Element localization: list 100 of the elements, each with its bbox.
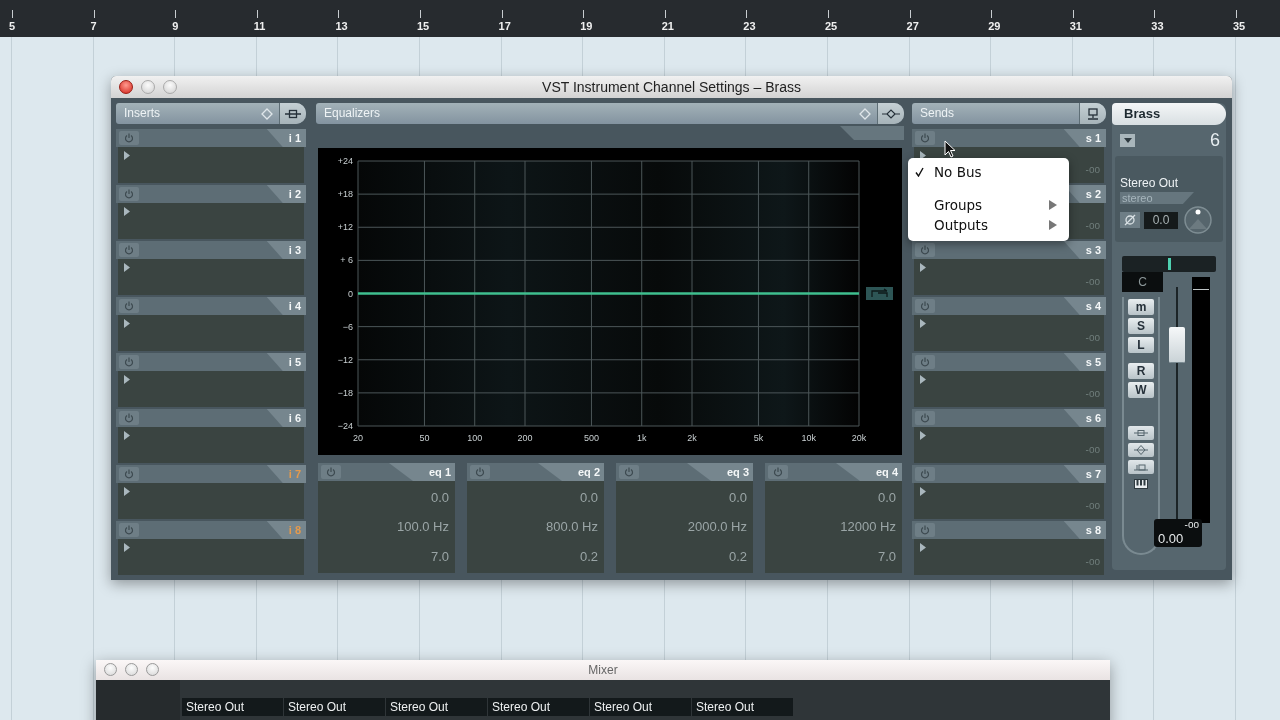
play-icon bbox=[920, 543, 926, 552]
q-value[interactable]: 0.2 bbox=[728, 548, 747, 564]
power-button[interactable] bbox=[119, 355, 139, 369]
x-tick-label: 1k bbox=[636, 433, 647, 443]
bypass-button[interactable] bbox=[279, 103, 306, 124]
power-button[interactable] bbox=[119, 131, 139, 145]
x-tick-label: 50 bbox=[419, 433, 430, 443]
power-icon bbox=[124, 301, 134, 311]
channel-mode-button[interactable]: m bbox=[1128, 299, 1154, 315]
gain-knob[interactable] bbox=[1183, 205, 1213, 235]
q-value[interactable]: 7.0 bbox=[430, 548, 449, 564]
y-tick-label: −24 bbox=[337, 421, 353, 431]
power-button[interactable] bbox=[470, 465, 490, 479]
output-routing[interactable]: Stereo Out bbox=[182, 698, 283, 716]
close-button[interactable] bbox=[104, 663, 117, 676]
q-value[interactable]: 7.0 bbox=[877, 548, 896, 564]
volume-fader[interactable] bbox=[1166, 287, 1188, 522]
power-button[interactable] bbox=[915, 355, 935, 369]
power-button[interactable] bbox=[321, 465, 341, 479]
zoom-button[interactable] bbox=[146, 663, 159, 676]
power-button[interactable] bbox=[619, 465, 639, 479]
power-button[interactable] bbox=[915, 243, 935, 257]
eq-toggle[interactable] bbox=[1128, 443, 1154, 457]
output-routing[interactable]: Stereo Out bbox=[386, 698, 487, 716]
send-slot-label: s 6 bbox=[1063, 409, 1106, 427]
fader-handle[interactable] bbox=[1169, 326, 1185, 363]
eq-curve-button[interactable] bbox=[877, 103, 904, 124]
power-button[interactable] bbox=[119, 411, 139, 425]
power-button[interactable] bbox=[768, 465, 788, 479]
pan-slider[interactable] bbox=[1122, 256, 1216, 272]
menu-item[interactable]: No Bus bbox=[908, 162, 1069, 182]
frequency-value[interactable]: 2000.0 Hz bbox=[687, 519, 747, 535]
power-button[interactable] bbox=[119, 523, 139, 537]
minimize-button[interactable] bbox=[125, 663, 138, 676]
y-tick-label: +12 bbox=[337, 222, 353, 233]
power-button[interactable] bbox=[119, 467, 139, 481]
send-slot-label: s 7 bbox=[1063, 465, 1106, 483]
minimize-button[interactable] bbox=[141, 80, 155, 94]
frequency-value[interactable]: 100.0 Hz bbox=[396, 519, 449, 535]
power-button[interactable] bbox=[915, 523, 935, 537]
channel-mode-button[interactable]: S bbox=[1128, 318, 1154, 334]
power-button[interactable] bbox=[915, 467, 935, 481]
power-button[interactable] bbox=[119, 299, 139, 313]
phase-icon bbox=[1124, 214, 1136, 226]
zoom-button[interactable] bbox=[163, 80, 177, 94]
automation-button[interactable]: W bbox=[1128, 382, 1154, 398]
y-tick-label: 0 bbox=[348, 288, 353, 299]
power-icon bbox=[124, 133, 134, 143]
x-tick-label: 100 bbox=[467, 433, 483, 443]
x-tick-label: 5k bbox=[753, 433, 764, 443]
frequency-value[interactable]: 12000 Hz bbox=[840, 519, 896, 535]
send-slot-label: s 3 bbox=[1063, 241, 1106, 259]
x-tick-label: 2k bbox=[687, 433, 697, 443]
power-icon bbox=[920, 245, 930, 255]
power-button[interactable] bbox=[119, 187, 139, 201]
diamond-icon[interactable] bbox=[261, 107, 273, 120]
dropdown-button[interactable] bbox=[1120, 133, 1135, 147]
phase-button[interactable] bbox=[1120, 212, 1140, 228]
y-tick-label: +18 bbox=[337, 189, 353, 200]
output-routing[interactable]: Stereo Out bbox=[1120, 176, 1218, 190]
gain-value[interactable]: 0.0 bbox=[728, 490, 747, 506]
channel-number: 6 bbox=[1210, 129, 1220, 151]
power-icon bbox=[773, 467, 783, 477]
diamond-icon[interactable] bbox=[859, 107, 871, 120]
bypass-icon bbox=[285, 108, 301, 119]
insert-slot-label: i 1 bbox=[266, 129, 306, 147]
output-routing[interactable]: Stereo Out bbox=[692, 698, 793, 716]
power-button[interactable] bbox=[915, 411, 935, 425]
y-tick-label: −12 bbox=[337, 354, 353, 365]
power-button[interactable] bbox=[915, 299, 935, 313]
inserts-toggle[interactable] bbox=[1128, 426, 1154, 440]
gain-value[interactable]: 0.0 bbox=[430, 490, 449, 506]
curve-reset-icon[interactable] bbox=[866, 287, 893, 300]
play-icon bbox=[124, 543, 130, 552]
sends-toggle[interactable] bbox=[1128, 460, 1154, 474]
gain-value[interactable]: 0.0 bbox=[579, 490, 598, 506]
input-gain-field[interactable]: 0.0 bbox=[1144, 211, 1178, 229]
gain-value[interactable]: 0.0 bbox=[877, 490, 896, 506]
x-tick-label: 10k bbox=[801, 433, 816, 443]
channel-mode-button[interactable]: L bbox=[1128, 337, 1154, 353]
power-button[interactable] bbox=[119, 243, 139, 257]
q-value[interactable]: 0.2 bbox=[579, 548, 598, 564]
play-icon bbox=[124, 263, 130, 272]
play-icon bbox=[920, 487, 926, 496]
eq-graph[interactable]: 20 50 100 200 500 1k 2k 5k 10k 20k +24 +18 +12 + 6 0 −6 −12 −18 −24 bbox=[318, 148, 902, 455]
peak-value: -oo bbox=[1184, 520, 1199, 530]
output-routing[interactable]: Stereo Out bbox=[284, 698, 385, 716]
time-ruler[interactable]: 5 7 9 11 13 15 17 19 21 23 25 27 29 31 33 35 bbox=[0, 0, 1280, 37]
insert-slot-label: i 8 bbox=[266, 521, 306, 539]
menu-item[interactable]: Outputs bbox=[908, 215, 1069, 235]
output-routing[interactable]: Stereo Out bbox=[488, 698, 589, 716]
send-routing-button[interactable] bbox=[1079, 103, 1106, 124]
power-button[interactable] bbox=[915, 131, 935, 145]
insert-slot-label: i 6 bbox=[266, 409, 306, 427]
channel-name[interactable]: Brass bbox=[1112, 103, 1226, 125]
frequency-value[interactable]: 800.0 Hz bbox=[545, 519, 598, 535]
close-button[interactable] bbox=[119, 80, 133, 94]
output-routing[interactable]: Stereo Out bbox=[590, 698, 691, 716]
play-icon bbox=[124, 431, 130, 440]
automation-button[interactable]: R bbox=[1128, 363, 1154, 379]
